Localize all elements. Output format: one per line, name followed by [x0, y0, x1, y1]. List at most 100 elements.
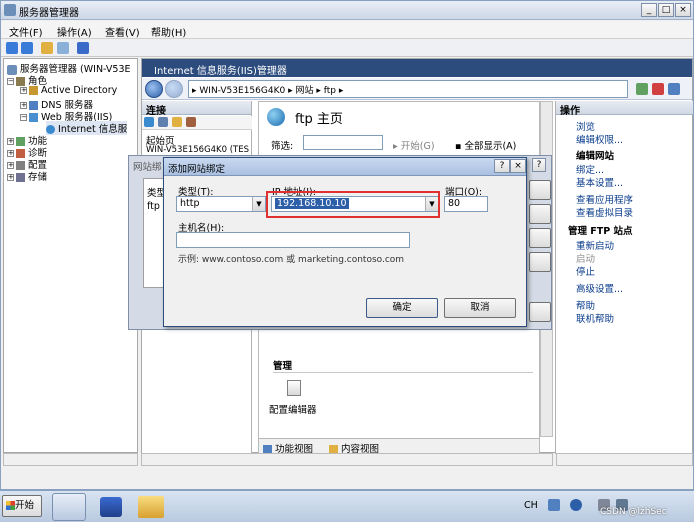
type-select-value: http — [180, 198, 200, 209]
window-title: 服务器管理器 — [19, 8, 79, 19]
config-editor-label[interactable]: 配置编辑器 — [269, 402, 317, 416]
actions-header: 操作 — [556, 101, 693, 117]
add-binding-close-button[interactable]: × — [510, 159, 526, 173]
language-indicator[interactable]: CH — [524, 500, 538, 511]
breadcrumb: ▸ WIN-V53E156G4K0 ▸ 网站 ▸ ftp ▸ — [188, 80, 628, 98]
forward-arrow-icon[interactable] — [21, 42, 33, 54]
tree-iis-manager[interactable]: Internet 信息服 — [46, 121, 128, 135]
config-editor-icon[interactable] — [287, 380, 301, 396]
action-restart[interactable]: 重新启动 — [576, 238, 614, 252]
help-circle-icon[interactable] — [570, 499, 582, 511]
menu-view[interactable]: 查看(V) — [105, 24, 140, 39]
help-icon[interactable] — [77, 42, 89, 54]
action-start: 启动 — [576, 254, 596, 265]
hostname-input[interactable] — [176, 232, 410, 248]
server-manager-taskbar-icon[interactable] — [52, 493, 86, 521]
manage-group-header: 管理 — [273, 361, 293, 372]
home-icon[interactable] — [668, 83, 680, 95]
globe-icon — [46, 125, 55, 134]
action-stop[interactable]: 停止 — [576, 264, 595, 278]
chevron-down-icon[interactable]: ▼ — [252, 197, 265, 211]
web-icon — [29, 113, 38, 122]
watermark: CSDN @lzhSec — [600, 507, 667, 517]
port-input[interactable]: 80 — [444, 196, 488, 212]
save-icon[interactable] — [158, 117, 168, 127]
storage-icon — [16, 173, 25, 182]
cancel-button[interactable]: 取消 — [444, 298, 516, 318]
type-select[interactable]: http ▼ — [176, 196, 266, 212]
edit-site-group: 编辑网站 — [576, 151, 615, 162]
window-titlebar: 服务器管理器 _ □ × — [1, 1, 693, 20]
filter-label: 筛选: — [271, 141, 294, 152]
back-arrow-icon[interactable] — [6, 42, 18, 54]
connect-icon[interactable] — [186, 117, 196, 127]
filter-input[interactable] — [303, 135, 383, 150]
view-tabs: 功能视图 内容视图 — [259, 438, 539, 455]
add-binding-title: 添加网站绑定 — [168, 164, 226, 175]
start-button[interactable]: 开始 — [2, 495, 42, 517]
nav-forward-icon[interactable] — [165, 80, 183, 98]
stop-icon[interactable] — [652, 83, 664, 95]
hostname-example: 示例: www.contoso.com 或 marketing.contoso.… — [178, 255, 405, 265]
navigation-tree: 服务器管理器 (WIN-V53E − 角色 + Active Directory… — [3, 58, 138, 453]
action-view-vdirs[interactable]: 查看虚拟目录 — [576, 205, 633, 219]
maximize-button[interactable]: □ — [658, 3, 674, 17]
new-connection-icon[interactable] — [144, 117, 154, 127]
bindings-close-button[interactable] — [529, 302, 551, 322]
action-bindings[interactable]: 绑定... — [576, 162, 604, 176]
bindings-add-button[interactable] — [529, 180, 551, 200]
bindings-row-type[interactable]: ftp — [147, 201, 160, 212]
manage-ftp-group: 管理 FTP 站点 — [568, 226, 633, 237]
crumb-ftp[interactable]: ftp — [324, 86, 336, 96]
menu-action[interactable]: 操作(A) — [57, 24, 92, 39]
powershell-icon[interactable] — [100, 497, 122, 517]
features-hscrollbar[interactable] — [141, 453, 553, 466]
menu-bar: 文件(F) 操作(A) 查看(V) 帮助(H) — [1, 21, 693, 39]
bindings-remove-button[interactable] — [529, 228, 551, 248]
action-view-apps[interactable]: 查看应用程序 — [576, 192, 633, 206]
minimize-button[interactable]: _ — [641, 3, 657, 17]
menu-file[interactable]: 文件(F) — [9, 24, 43, 39]
refresh-icon[interactable] — [636, 83, 648, 95]
connections-toolbar — [142, 116, 252, 130]
main-toolbar — [1, 39, 693, 57]
address-bar: ▸ WIN-V53E156G4K0 ▸ 网站 ▸ ftp ▸ — [142, 78, 692, 100]
crumb-sites[interactable]: 网站 — [295, 86, 313, 96]
action-browse[interactable]: 浏览 — [576, 119, 595, 133]
page-title: ftp 主页 — [295, 112, 343, 127]
conn-server[interactable]: WIN-V53E156G4K0 (TES — [146, 145, 249, 155]
action-advanced[interactable]: 高级设置... — [576, 281, 623, 295]
close-button[interactable]: × — [675, 3, 691, 17]
group-divider — [273, 372, 533, 373]
nav-back-icon[interactable] — [145, 80, 163, 98]
bindings-help-button[interactable]: ? — [532, 158, 546, 172]
action-online-help[interactable]: 联机帮助 — [576, 311, 614, 325]
action-edit-perms[interactable]: 编辑权限... — [576, 132, 623, 146]
bindings-dialog-title: 网站绑 — [133, 162, 162, 173]
ime-icon[interactable] — [548, 499, 560, 511]
action-basic-settings[interactable]: 基本设置... — [576, 175, 623, 189]
explorer-folder-icon[interactable] — [138, 496, 164, 518]
tree-storage[interactable]: + 存储 — [7, 169, 47, 183]
start-filter-button[interactable]: ▸ 开始(G) — [393, 138, 435, 152]
iis-header: Internet 信息服务(IIS)管理器 — [142, 59, 692, 77]
ok-button[interactable]: 确定 — [366, 298, 438, 318]
bindings-browse-button[interactable] — [529, 252, 551, 272]
show-hide-tree-icon[interactable] — [57, 42, 69, 54]
action-help[interactable]: 帮助 — [576, 298, 595, 312]
bindings-edit-button[interactable] — [529, 204, 551, 224]
ad-icon — [29, 86, 38, 95]
connections-header: 连接 — [142, 101, 251, 117]
tree-hscrollbar[interactable] — [3, 453, 138, 466]
actions-pane: 操作 浏览 编辑权限... 编辑网站 绑定... 基本设置... 查看应用程序 … — [555, 101, 693, 454]
tree-active-directory[interactable]: + Active Directory — [20, 85, 117, 96]
ip-highlight-box — [266, 191, 440, 218]
up-icon[interactable] — [172, 117, 182, 127]
show-all-button[interactable]: ▪ 全部显示(A) — [455, 138, 516, 152]
up-folder-icon[interactable] — [41, 42, 53, 54]
add-binding-help-button[interactable]: ? — [494, 159, 510, 173]
menu-help[interactable]: 帮助(H) — [151, 24, 186, 39]
windows-logo-icon — [6, 501, 15, 510]
crumb-server[interactable]: WIN-V53E156G4K0 — [199, 86, 285, 96]
actions-hscrollbar[interactable] — [556, 453, 693, 466]
